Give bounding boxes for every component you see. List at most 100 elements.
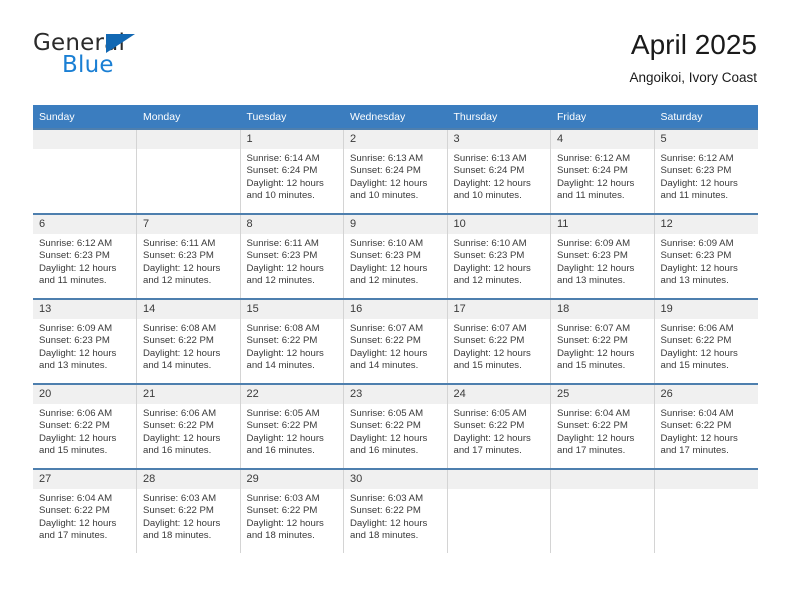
sunrise-time: Sunrise: 6:04 AM <box>39 493 113 504</box>
day-details: Sunrise: 6:05 AM Sunset: 6:22 PM Daylight:… <box>448 404 551 458</box>
daylight-duration-line2: and 17 minutes. <box>453 445 522 457</box>
calendar-day-cell[interactable]: 13 Sunrise: 6:09 AM Sunset: 6:23 PM Dayligh… <box>33 298 137 384</box>
sunset-time: Sunset: 6:24 PM <box>557 165 628 177</box>
day-number: 3 <box>447 130 550 149</box>
page-title: April 2025 <box>630 29 757 60</box>
daylight-duration-line1: Daylight: 12 hours <box>350 517 428 529</box>
day-number: 25 <box>551 385 654 404</box>
calendar-day-cell-empty <box>136 128 241 214</box>
calendar-day-cell[interactable]: 22 Sunrise: 6:05 AM Sunset: 6:22 PM Dayligh… <box>240 383 344 469</box>
day-details: Sunrise: 6:03 AM Sunset: 6:22 PM Daylight:… <box>241 489 344 543</box>
daylight-duration-line2: and 18 minutes. <box>350 530 419 542</box>
day-number: 19 <box>654 300 758 319</box>
daylight-duration-line1: Daylight: 12 hours <box>660 432 738 444</box>
weekday-header-wednesday: Wednesday <box>343 105 448 129</box>
day-number: 27 <box>33 470 136 489</box>
calendar-day-cell[interactable]: 15 Sunrise: 6:08 AM Sunset: 6:22 PM Dayligh… <box>240 298 344 384</box>
calendar-day-cell[interactable]: 3 Sunrise: 6:13 AM Sunset: 6:24 PM Daylight… <box>447 128 551 214</box>
calendar-day-cell[interactable]: 5 Sunrise: 6:12 AM Sunset: 6:23 PM Daylight… <box>654 128 758 214</box>
weekday-header-saturday: Saturday <box>654 105 758 129</box>
daylight-duration-line1: Daylight: 12 hours <box>453 262 531 274</box>
day-details: Sunrise: 6:14 AM Sunset: 6:24 PM Daylight:… <box>241 149 344 203</box>
daylight-duration-line2: and 15 minutes. <box>557 360 626 372</box>
sunset-time: Sunset: 6:22 PM <box>350 335 421 347</box>
daylight-duration-line1: Daylight: 12 hours <box>39 262 117 274</box>
calendar-day-cell[interactable]: 16 Sunrise: 6:07 AM Sunset: 6:22 PM Dayligh… <box>343 298 448 384</box>
sunrise-time: Sunrise: 6:09 AM <box>557 238 631 249</box>
calendar-day-cell[interactable]: 10 Sunrise: 6:10 AM Sunset: 6:23 PM Dayligh… <box>447 213 551 299</box>
daylight-duration-line1: Daylight: 12 hours <box>246 262 324 274</box>
calendar-day-cell[interactable]: 4 Sunrise: 6:12 AM Sunset: 6:24 PM Daylight… <box>550 128 655 214</box>
daylight-duration-line2: and 15 minutes. <box>39 445 108 457</box>
day-details: Sunrise: 6:12 AM Sunset: 6:23 PM Daylight:… <box>655 149 758 203</box>
sunset-time: Sunset: 6:24 PM <box>246 165 318 177</box>
calendar-day-cell[interactable]: 7 Sunrise: 6:11 AM Sunset: 6:23 PM Daylight… <box>136 213 241 299</box>
triangle-icon <box>106 34 135 53</box>
calendar-day-cell[interactable]: 25 Sunrise: 6:04 AM Sunset: 6:22 PM Dayligh… <box>550 383 655 469</box>
calendar-day-cell[interactable]: 9 Sunrise: 6:10 AM Sunset: 6:23 PM Daylight… <box>343 213 448 299</box>
calendar-day-cell[interactable]: 30 Sunrise: 6:03 AM Sunset: 6:22 PM Dayligh… <box>343 468 448 553</box>
sunrise-time: Sunrise: 6:06 AM <box>143 408 217 419</box>
daylight-duration-line1: Daylight: 12 hours <box>350 432 428 444</box>
daylight-duration-line1: Daylight: 12 hours <box>660 262 738 274</box>
sunrise-time: Sunrise: 6:07 AM <box>453 323 527 334</box>
day-details: Sunrise: 6:08 AM Sunset: 6:22 PM Daylight:… <box>137 319 240 373</box>
sunset-time: Sunset: 6:22 PM <box>660 420 732 432</box>
calendar-day-cell[interactable]: 26 Sunrise: 6:04 AM Sunset: 6:22 PM Dayligh… <box>654 383 758 469</box>
sunset-time: Sunset: 6:24 PM <box>350 165 421 177</box>
calendar-table: Sunday Monday Tuesday Wednesday Thursday… <box>33 105 758 553</box>
sunrise-time: Sunrise: 6:04 AM <box>660 408 734 419</box>
calendar-day-cell[interactable]: 29 Sunrise: 6:03 AM Sunset: 6:22 PM Dayligh… <box>240 468 344 553</box>
day-details: Sunrise: 6:09 AM Sunset: 6:23 PM Daylight:… <box>33 319 136 373</box>
sunrise-time: Sunrise: 6:08 AM <box>246 323 320 334</box>
calendar-day-cell[interactable]: 20 Sunrise: 6:06 AM Sunset: 6:22 PM Dayligh… <box>33 383 137 469</box>
daylight-duration-line2: and 10 minutes. <box>246 190 315 202</box>
calendar-day-cell[interactable]: 2 Sunrise: 6:13 AM Sunset: 6:24 PM Daylight… <box>343 128 448 214</box>
daylight-duration-line2: and 12 minutes. <box>143 275 212 287</box>
sunrise-time: Sunrise: 6:12 AM <box>557 153 631 164</box>
daylight-duration-line2: and 14 minutes. <box>143 360 212 372</box>
calendar-day-cell-empty <box>550 468 655 553</box>
calendar-day-cell[interactable]: 14 Sunrise: 6:08 AM Sunset: 6:22 PM Dayligh… <box>136 298 241 384</box>
calendar-day-cell[interactable]: 8 Sunrise: 6:11 AM Sunset: 6:23 PM Daylight… <box>240 213 344 299</box>
calendar-day-cell[interactable]: 24 Sunrise: 6:05 AM Sunset: 6:22 PM Dayligh… <box>447 383 551 469</box>
sunset-time: Sunset: 6:22 PM <box>246 420 318 432</box>
generalblue-logo[interactable]: General Blue <box>33 30 233 86</box>
day-number: 15 <box>240 300 343 319</box>
sunrise-time: Sunrise: 6:11 AM <box>246 238 319 249</box>
daylight-duration-line2: and 11 minutes. <box>39 275 107 287</box>
day-number: 22 <box>240 385 343 404</box>
sunrise-time: Sunrise: 6:10 AM <box>453 238 527 249</box>
day-details: Sunrise: 6:10 AM Sunset: 6:23 PM Daylight:… <box>344 234 447 288</box>
calendar-day-cell[interactable]: 19 Sunrise: 6:06 AM Sunset: 6:22 PM Dayligh… <box>654 298 758 384</box>
calendar-day-cell[interactable]: 1 Sunrise: 6:14 AM Sunset: 6:24 PM Daylight… <box>240 128 344 214</box>
day-number: 12 <box>654 215 758 234</box>
day-number: 7 <box>137 215 240 234</box>
sunrise-time: Sunrise: 6:03 AM <box>143 493 217 504</box>
calendar-week-row: 13 Sunrise: 6:09 AM Sunset: 6:23 PM Dayligh… <box>33 298 758 384</box>
day-details: Sunrise: 6:11 AM Sunset: 6:23 PM Daylight:… <box>137 234 240 288</box>
weekday-header-tuesday: Tuesday <box>240 105 344 129</box>
daylight-duration-line1: Daylight: 12 hours <box>143 517 221 529</box>
sunset-time: Sunset: 6:23 PM <box>143 250 214 262</box>
sunset-time: Sunset: 6:23 PM <box>660 250 732 262</box>
calendar-day-cell[interactable]: 23 Sunrise: 6:05 AM Sunset: 6:22 PM Dayligh… <box>343 383 448 469</box>
logo-text-blue: Blue <box>62 52 114 78</box>
page-header: General Blue April 2025 Angoikoi, Ivory … <box>33 28 757 96</box>
daylight-duration-line1: Daylight: 12 hours <box>557 432 635 444</box>
calendar-day-cell[interactable]: 12 Sunrise: 6:09 AM Sunset: 6:23 PM Dayligh… <box>654 213 758 299</box>
calendar-day-cell[interactable]: 28 Sunrise: 6:03 AM Sunset: 6:22 PM Dayligh… <box>136 468 241 553</box>
sunset-time: Sunset: 6:22 PM <box>557 420 628 432</box>
sunset-time: Sunset: 6:22 PM <box>246 335 318 347</box>
day-details: Sunrise: 6:06 AM Sunset: 6:22 PM Daylight:… <box>655 319 758 373</box>
calendar-day-cell[interactable]: 21 Sunrise: 6:06 AM Sunset: 6:22 PM Dayligh… <box>136 383 241 469</box>
calendar-day-cell[interactable]: 18 Sunrise: 6:07 AM Sunset: 6:22 PM Dayligh… <box>550 298 655 384</box>
calendar-day-cell[interactable]: 11 Sunrise: 6:09 AM Sunset: 6:23 PM Dayligh… <box>550 213 655 299</box>
calendar-day-cell[interactable]: 17 Sunrise: 6:07 AM Sunset: 6:22 PM Dayligh… <box>447 298 551 384</box>
calendar-day-cell[interactable]: 6 Sunrise: 6:12 AM Sunset: 6:23 PM Daylight… <box>33 213 137 299</box>
sunrise-time: Sunrise: 6:05 AM <box>246 408 320 419</box>
calendar-day-cell[interactable]: 27 Sunrise: 6:04 AM Sunset: 6:22 PM Dayligh… <box>33 468 137 553</box>
daylight-duration-line2: and 17 minutes. <box>557 445 626 457</box>
daylight-duration-line1: Daylight: 12 hours <box>557 347 635 359</box>
calendar-week-row: 6 Sunrise: 6:12 AM Sunset: 6:23 PM Daylight… <box>33 213 758 299</box>
